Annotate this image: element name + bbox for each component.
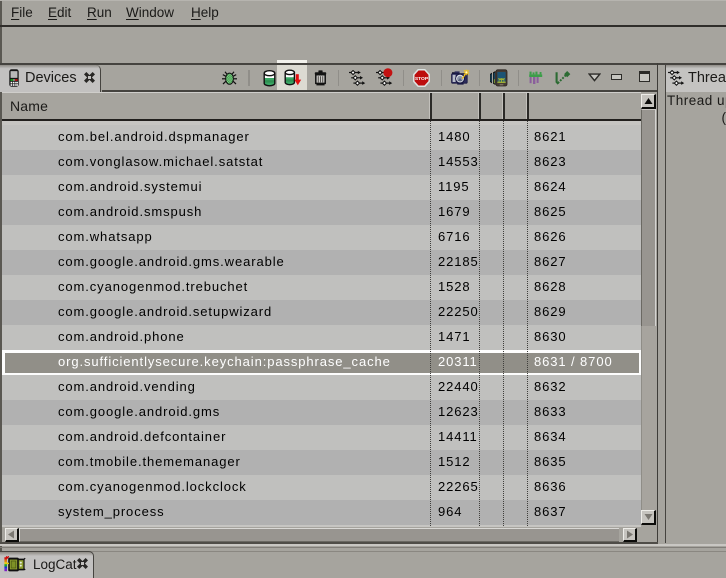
svg-text:STOP: STOP	[415, 75, 429, 81]
